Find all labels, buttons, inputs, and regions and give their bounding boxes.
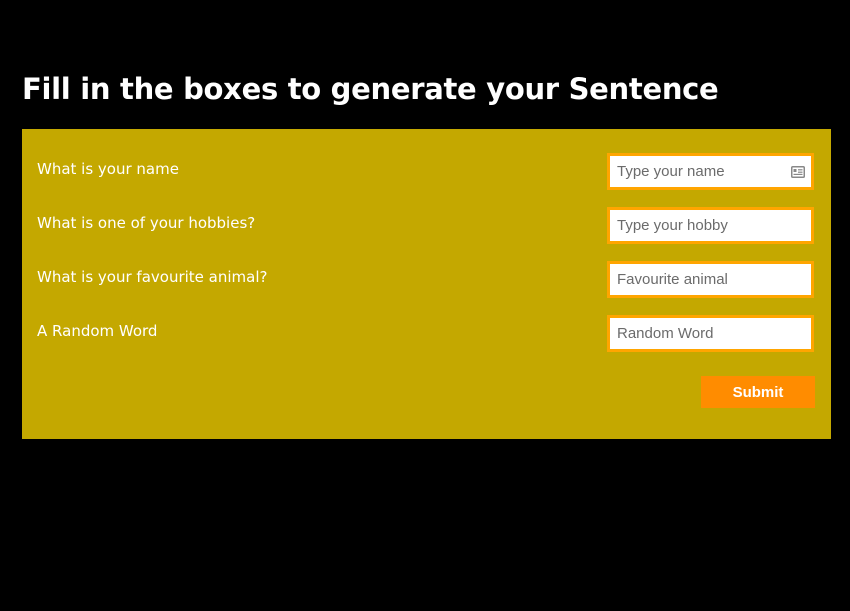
name-input[interactable] <box>610 156 811 187</box>
hobby-label: What is one of your hobbies? <box>37 214 256 232</box>
hobby-field-wrapper <box>607 207 814 244</box>
random-word-field-wrapper <box>607 315 814 352</box>
random-word-input[interactable] <box>610 318 811 349</box>
contact-card-icon[interactable] <box>791 166 805 178</box>
animal-label: What is your favourite animal? <box>37 268 268 286</box>
sentence-form: What is your name What is one of your ho… <box>22 129 831 439</box>
animal-input[interactable] <box>610 264 811 295</box>
submit-button[interactable]: Submit <box>701 376 815 408</box>
name-label: What is your name <box>37 160 179 178</box>
random-word-label: A Random Word <box>37 322 158 340</box>
hobby-input[interactable] <box>610 210 811 241</box>
animal-field-wrapper <box>607 261 814 298</box>
page-title: Fill in the boxes to generate your Sente… <box>22 72 719 106</box>
name-field-wrapper <box>607 153 814 190</box>
